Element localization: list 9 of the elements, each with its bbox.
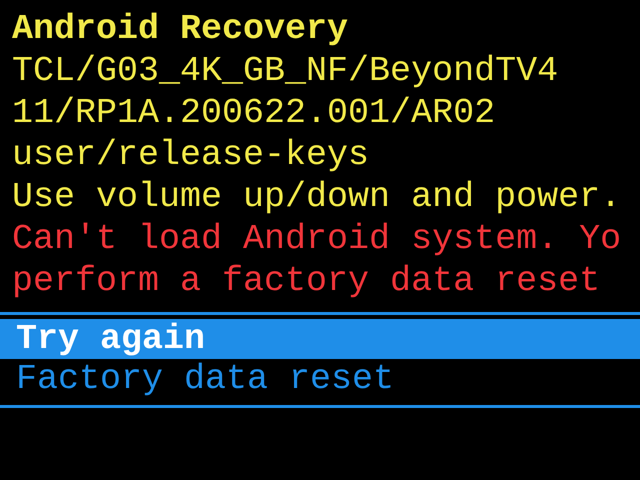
error-message: Can't load Android system. Yo (11, 218, 622, 260)
info-line: Use volume up/down and power. (11, 176, 622, 218)
info-line: TCL/G03_4K_GB_NF/BeyondTV4 (11, 50, 560, 92)
error-message: perform a factory data reset (11, 260, 602, 302)
menu-item[interactable]: Factory data reset (0, 359, 640, 399)
info-line: 11/RP1A.200622.001/AR02 (11, 92, 496, 134)
screen-title: Android Recovery (11, 8, 350, 50)
info-line: user/release-keys (11, 134, 370, 176)
menu-item[interactable]: Try again (0, 319, 640, 359)
